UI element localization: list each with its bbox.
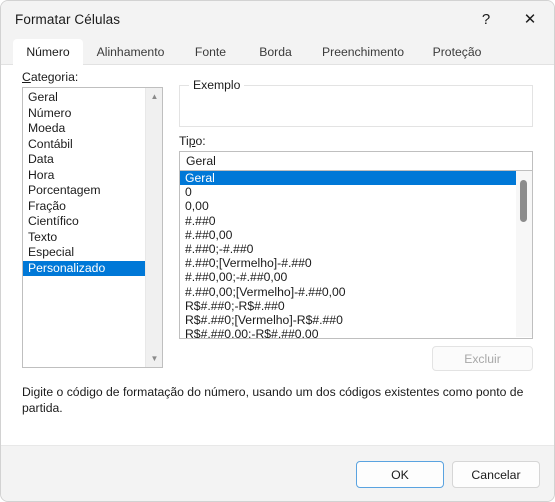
type-item-7[interactable]: #.##0,00;-#.##0,00 bbox=[180, 270, 517, 284]
type-item-10[interactable]: R$#.##0;[Vermelho]-R$#.##0 bbox=[180, 313, 517, 327]
type-label-suffix: o: bbox=[195, 134, 206, 148]
category-label-accelerator: C bbox=[22, 70, 31, 84]
category-item-cientifico[interactable]: Científico bbox=[23, 214, 145, 230]
type-item-0[interactable]: Geral bbox=[180, 171, 517, 186]
type-scrollbar-thumb[interactable] bbox=[520, 180, 527, 222]
category-listbox[interactable]: Geral Número Moeda Contábil Data Hora Po… bbox=[22, 87, 163, 368]
type-item-5[interactable]: #.##0;-#.##0 bbox=[180, 242, 517, 256]
category-item-especial[interactable]: Especial bbox=[23, 245, 145, 261]
triangle-up-icon[interactable]: ▲ bbox=[146, 88, 162, 105]
tab-alinhamento[interactable]: Alinhamento bbox=[83, 39, 178, 65]
dialog-title: Formatar Células bbox=[15, 12, 121, 27]
type-scrollbar[interactable] bbox=[516, 171, 532, 337]
tab-fonte[interactable]: Fonte bbox=[178, 39, 243, 65]
category-item-porcentagem[interactable]: Porcentagem bbox=[23, 183, 145, 199]
category-item-moeda[interactable]: Moeda bbox=[23, 121, 145, 137]
category-item-fracao[interactable]: Fração bbox=[23, 199, 145, 215]
title-bar: Formatar Células ? ✕ bbox=[1, 1, 554, 39]
category-label-rest: ategoria: bbox=[30, 70, 79, 84]
hint-text: Digite o código de formatação do número,… bbox=[22, 385, 524, 415]
type-list: Geral 0 0,00 #.##0 #.##0,00 #.##0;-#.##0… bbox=[180, 171, 517, 338]
type-item-4[interactable]: #.##0,00 bbox=[180, 228, 517, 242]
category-label: Categoria: bbox=[22, 70, 78, 84]
category-list: Geral Número Moeda Contábil Data Hora Po… bbox=[23, 90, 145, 276]
type-label-prefix: Ti bbox=[179, 134, 189, 148]
category-item-geral[interactable]: Geral bbox=[23, 90, 145, 106]
type-item-3[interactable]: #.##0 bbox=[180, 214, 517, 228]
type-item-1[interactable]: 0 bbox=[180, 185, 517, 199]
type-label: Tipo: bbox=[179, 134, 206, 148]
type-item-8[interactable]: #.##0,00;[Vermelho]-#.##0,00 bbox=[180, 285, 517, 299]
type-item-9[interactable]: R$#.##0;-R$#.##0 bbox=[180, 299, 517, 313]
tab-numero[interactable]: Número bbox=[13, 39, 83, 65]
triangle-down-icon[interactable]: ▼ bbox=[146, 350, 162, 367]
type-item-11[interactable]: R$#.##0,00;-R$#.##0,00 bbox=[180, 327, 517, 338]
category-scrollbar[interactable]: ▲ ▼ bbox=[145, 88, 162, 367]
category-item-personalizado[interactable]: Personalizado bbox=[23, 260, 145, 276]
ok-button[interactable]: OK bbox=[356, 461, 444, 488]
tab-strip: Número Alinhamento Fonte Borda Preenchim… bbox=[1, 39, 554, 65]
category-item-contabil[interactable]: Contábil bbox=[23, 137, 145, 153]
number-tab-panel: Categoria: Geral Número Moeda Contábil D… bbox=[1, 65, 554, 447]
category-item-data[interactable]: Data bbox=[23, 152, 145, 168]
close-icon[interactable]: ✕ bbox=[508, 1, 552, 37]
tab-preenchimento[interactable]: Preenchimento bbox=[308, 39, 418, 65]
dialog-footer: OK Cancelar bbox=[1, 445, 554, 501]
example-label: Exemplo bbox=[189, 78, 245, 92]
delete-button[interactable]: Excluir bbox=[432, 346, 533, 371]
type-listbox[interactable]: Geral 0 0,00 #.##0 #.##0,00 #.##0;-#.##0… bbox=[179, 171, 533, 339]
tab-borda[interactable]: Borda bbox=[243, 39, 308, 65]
type-item-6[interactable]: #.##0;[Vermelho]-#.##0 bbox=[180, 256, 517, 270]
category-item-numero[interactable]: Número bbox=[23, 106, 145, 122]
cancel-button[interactable]: Cancelar bbox=[452, 461, 540, 488]
type-input[interactable] bbox=[179, 151, 533, 171]
help-icon[interactable]: ? bbox=[464, 1, 508, 37]
category-item-hora[interactable]: Hora bbox=[23, 168, 145, 184]
type-item-2[interactable]: 0,00 bbox=[180, 199, 517, 213]
format-cells-dialog: Formatar Células ? ✕ Número Alinhamento … bbox=[0, 0, 555, 502]
category-item-texto[interactable]: Texto bbox=[23, 230, 145, 246]
tab-protecao[interactable]: Proteção bbox=[418, 39, 496, 65]
